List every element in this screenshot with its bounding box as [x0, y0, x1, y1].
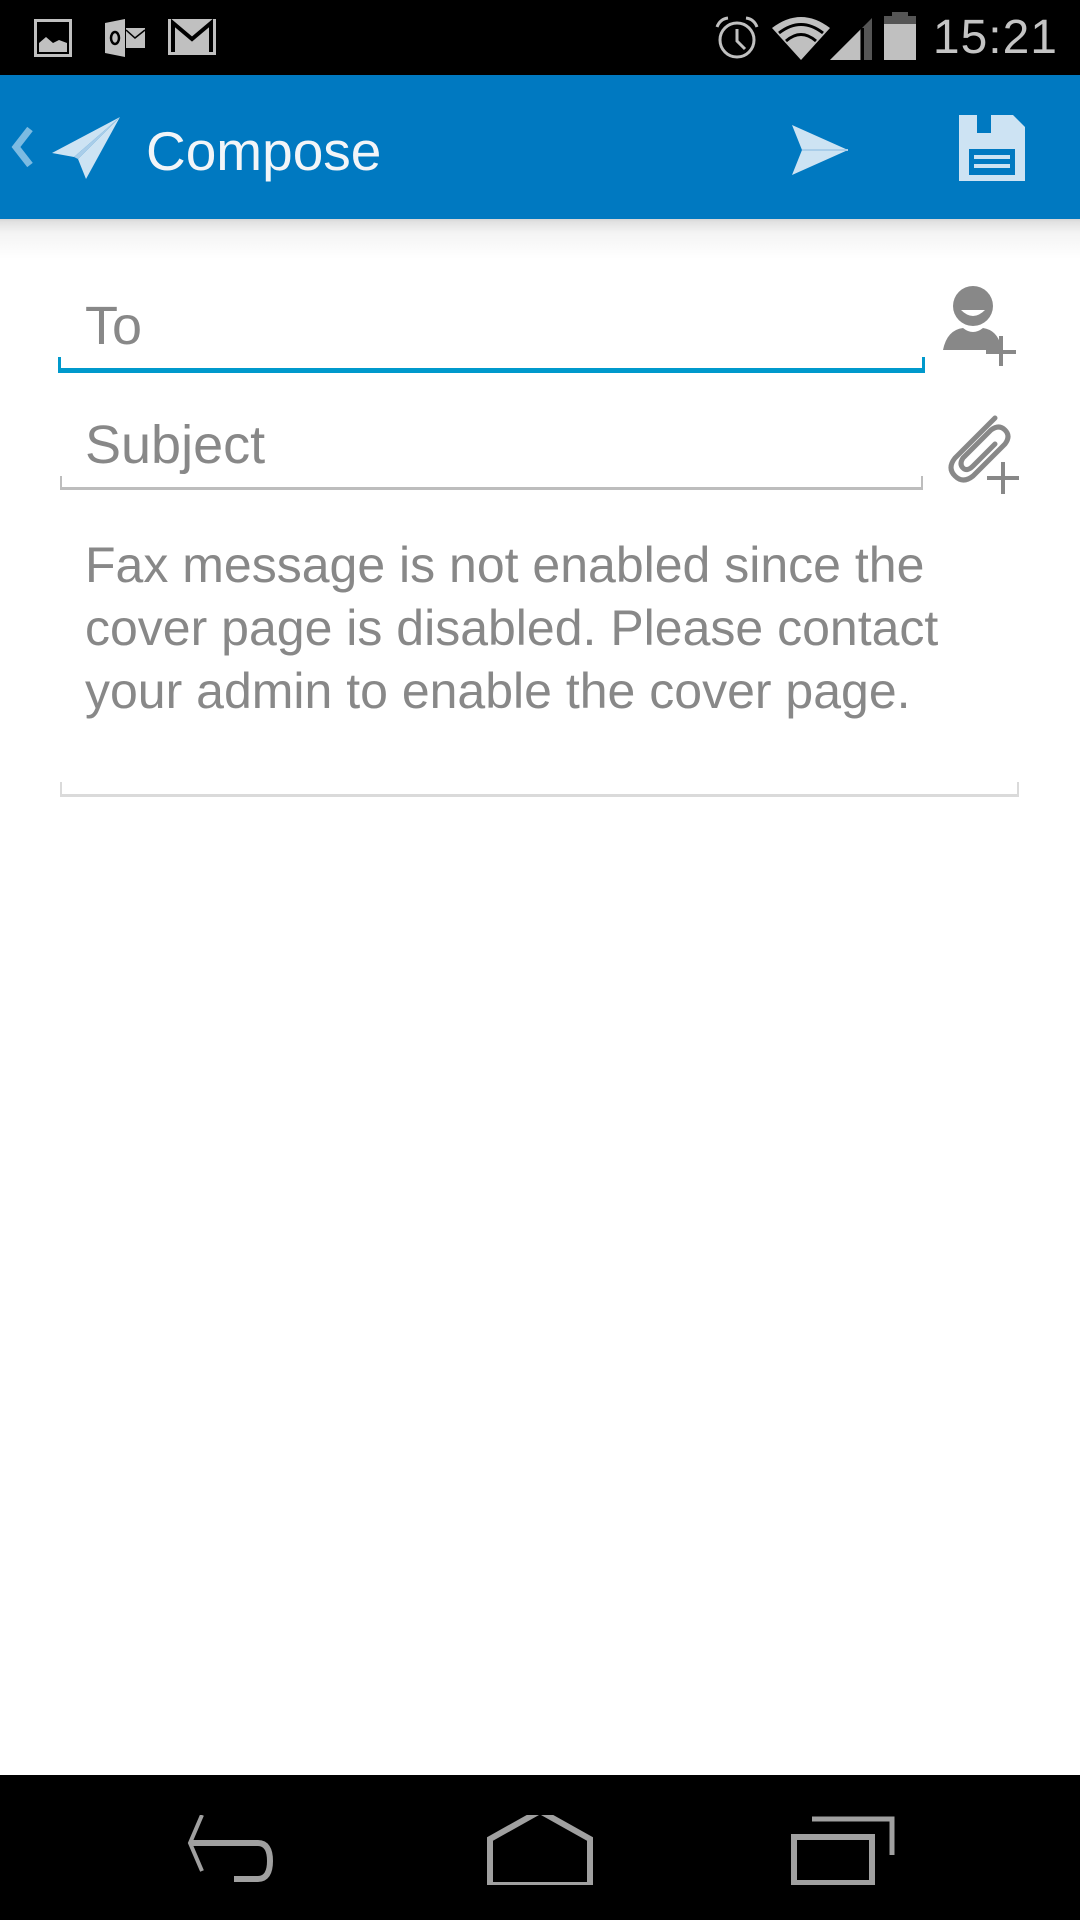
cellular-signal-icon [830, 18, 872, 60]
paper-plane-icon [52, 117, 120, 179]
to-input[interactable] [85, 295, 905, 357]
home-icon [487, 1807, 593, 1888]
send-button[interactable] [790, 115, 860, 185]
save-draft-button[interactable] [955, 111, 1031, 187]
action-bar: Compose [0, 75, 1080, 219]
recent-apps-button[interactable] [790, 1815, 910, 1886]
subject-input[interactable] [85, 414, 905, 476]
attach-file-icon [948, 415, 1019, 494]
action-bar-shadow [0, 219, 1080, 259]
recent-apps-icon [791, 1816, 895, 1886]
battery-icon [884, 12, 916, 60]
message-body-field[interactable]: Fax message is not enabled since the cov… [59, 520, 1020, 797]
back-button[interactable] [180, 1814, 300, 1885]
fax-disabled-message: Fax message is not enabled since the cov… [85, 537, 939, 719]
status-bar: 15:21 [0, 0, 1080, 75]
outlook-icon [105, 19, 146, 57]
up-navigation[interactable] [0, 75, 130, 219]
attach-file-button[interactable] [935, 400, 1035, 500]
wifi-icon [772, 17, 830, 60]
gallery-icon [34, 19, 72, 57]
to-field[interactable] [57, 285, 926, 373]
clock: 15:21 [932, 11, 1058, 64]
chevron-left-icon [11, 126, 33, 168]
alarm-icon [715, 16, 759, 59]
home-button[interactable] [480, 1807, 600, 1888]
gmail-icon [168, 19, 216, 55]
send-icon [792, 125, 848, 175]
subject-field[interactable] [59, 410, 924, 490]
back-icon [187, 1814, 274, 1882]
floppy-disk-icon [959, 115, 1025, 181]
add-contact-button[interactable] [935, 280, 1035, 380]
navigation-bar [0, 1775, 1080, 1920]
add-contact-icon [943, 286, 1016, 366]
page-title: Compose [146, 120, 382, 182]
